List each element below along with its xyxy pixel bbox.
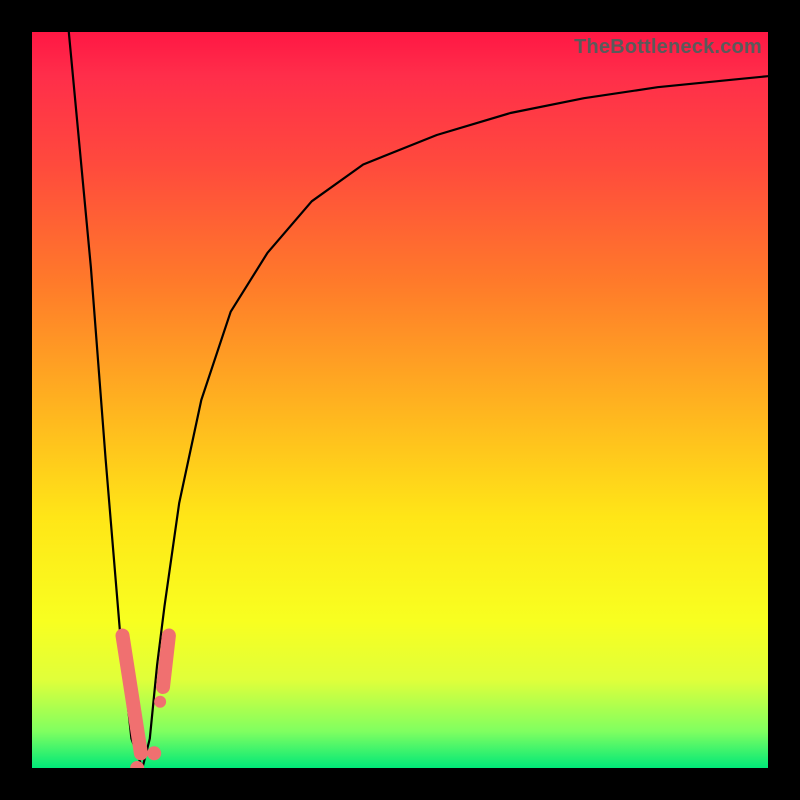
watermark-text: TheBottleneck.com <box>574 36 762 59</box>
highlight-right-upper-dot <box>154 696 166 708</box>
overlay-layer <box>123 636 169 769</box>
chart-svg <box>32 32 768 768</box>
highlight-right-capsule <box>163 636 169 688</box>
curve-layer <box>69 32 768 768</box>
chart-frame: TheBottleneck.com <box>0 0 800 800</box>
plot-area: TheBottleneck.com <box>32 32 768 768</box>
highlight-left-branch <box>123 636 141 754</box>
highlight-right-lower-dot <box>147 746 161 760</box>
highlight-left-dot <box>130 761 144 768</box>
series-bottleneck-curve <box>69 32 768 768</box>
